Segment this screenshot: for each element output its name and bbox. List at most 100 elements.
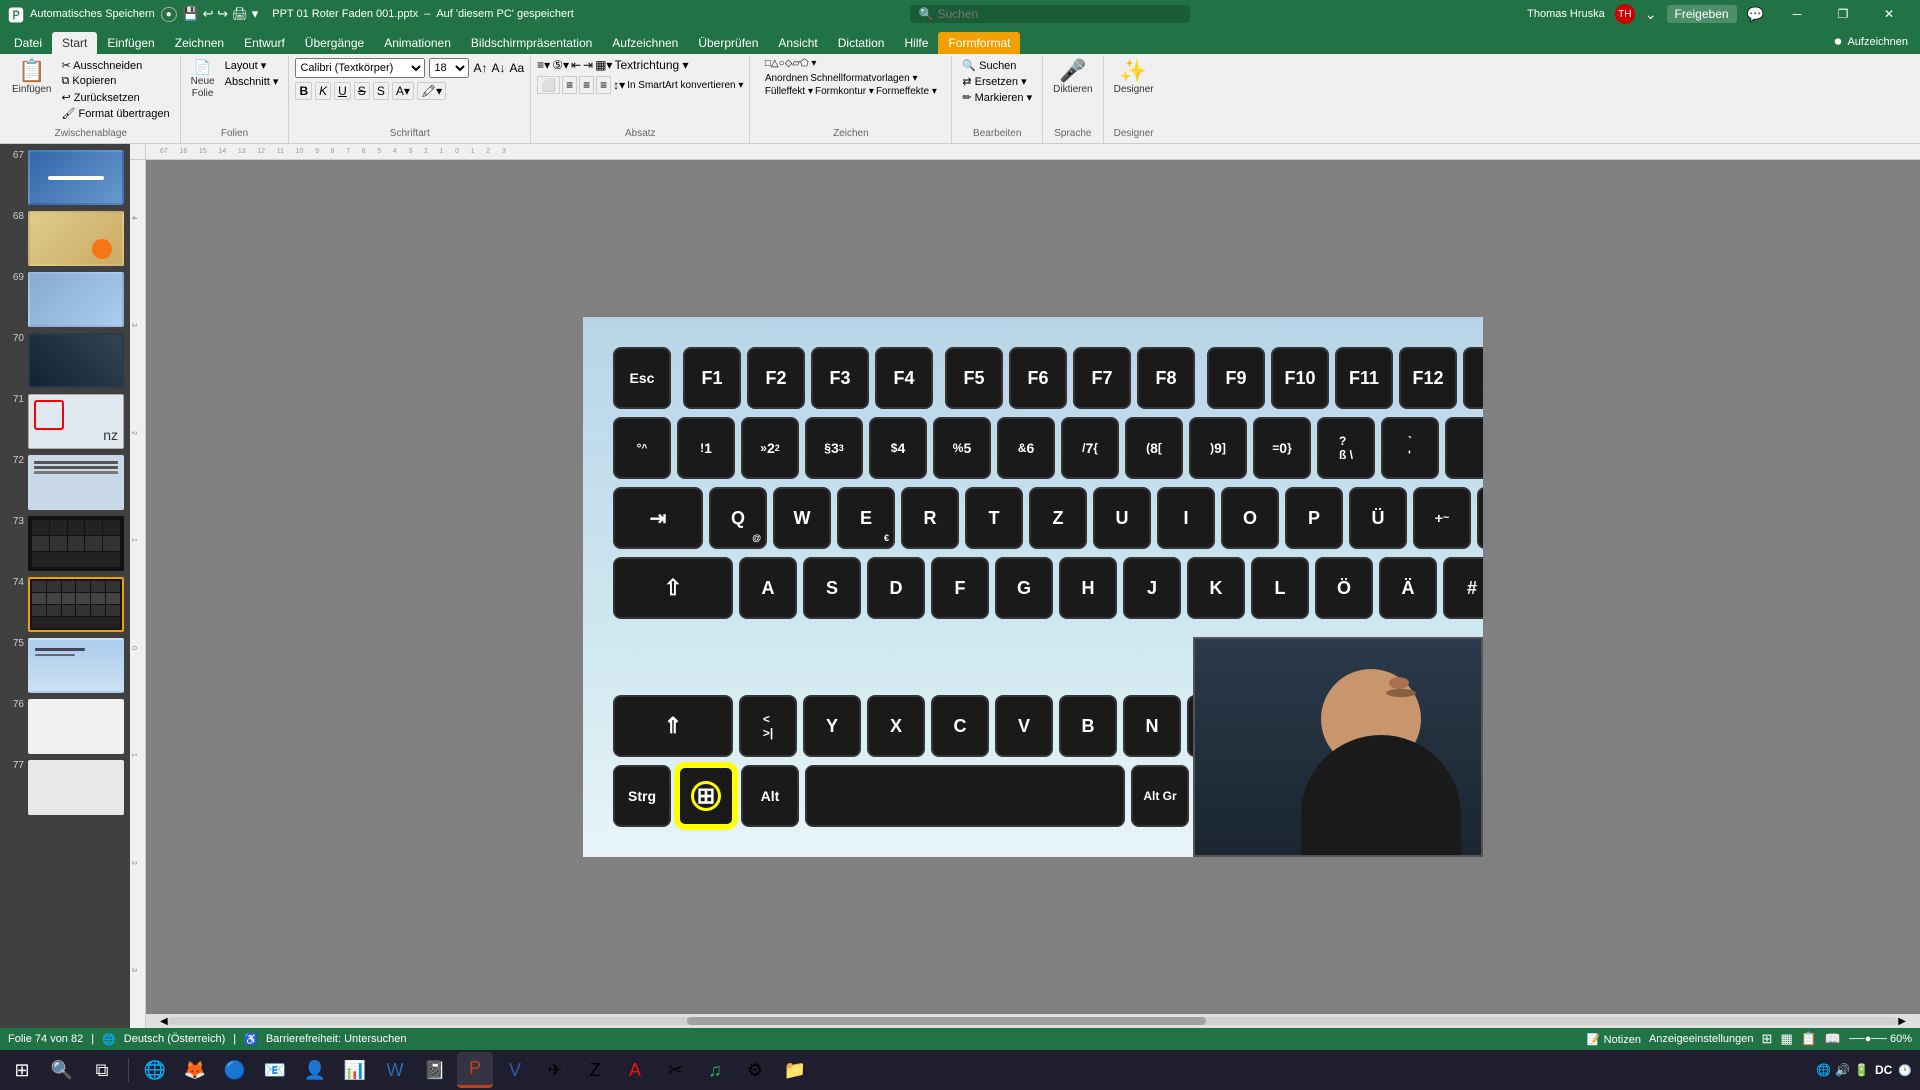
btn-zuruecksetzen[interactable]: ↩ Zurücksetzen [57, 90, 173, 105]
btn-neue-folie[interactable]: 📄 NeueFolie [187, 58, 219, 102]
close-button[interactable]: ✕ [1866, 0, 1912, 28]
tab-ueberpruefen[interactable]: Überprüfen [688, 32, 768, 54]
view-notes-btn[interactable]: 📋 [1801, 1031, 1817, 1047]
btn-layout[interactable]: Layout ▾ [221, 58, 283, 73]
taskbar-zoom[interactable]: Z [577, 1052, 613, 1088]
view-reading-btn[interactable]: 📖 [1825, 1031, 1841, 1047]
taskbar-outlook[interactable]: 📧 [257, 1052, 293, 1088]
taskbar-teams[interactable]: 👤 [297, 1052, 333, 1088]
font-size-select[interactable]: 18 [429, 58, 469, 78]
smartart-btn[interactable]: In SmartArt konvertieren ▾ [627, 80, 743, 91]
slide-thumb-68[interactable]: 68 [4, 209, 126, 268]
btn-diktieren[interactable]: 🎤 Diktieren [1049, 58, 1096, 98]
slide-thumb-71[interactable]: 71 nz [4, 392, 126, 451]
slide-thumb-74[interactable]: 74 [4, 575, 126, 634]
start-btn[interactable]: ⊞ [4, 1052, 40, 1088]
tab-start[interactable]: Start [52, 32, 97, 54]
slide-thumb-67[interactable]: 67 [4, 148, 126, 207]
tray-icons[interactable]: 🌐 🔊 🔋 [1816, 1063, 1869, 1077]
list-bullet-btn[interactable]: ≡▾ [537, 58, 550, 72]
scroll-left-btn[interactable]: ◀ [160, 1016, 168, 1027]
italic-btn[interactable]: K [315, 82, 331, 100]
font-grow-icon[interactable]: A↑ [473, 61, 487, 75]
autosave-toggle[interactable]: ● [161, 7, 177, 22]
shadow-btn[interactable]: S [373, 82, 389, 100]
btn-ersetzen[interactable]: ⇄ Ersetzen ▾ [958, 74, 1036, 89]
taskbar-spotify[interactable]: ♫ [697, 1052, 733, 1088]
tab-ansicht[interactable]: Ansicht [768, 32, 827, 54]
minimize-button[interactable]: ─ [1774, 0, 1820, 28]
font-shrink-icon[interactable]: A↓ [491, 61, 505, 75]
indent-dec-btn[interactable]: ⇤ [571, 58, 581, 72]
slide-thumb-73[interactable]: 73 [4, 514, 126, 573]
scroll-right-btn[interactable]: ▶ [1898, 1016, 1906, 1027]
schnell-btn[interactable]: Schnellformatvorlagen ▾ [810, 73, 917, 84]
taskbar-settings[interactable]: ⚙ [737, 1052, 773, 1088]
shape-tools[interactable]: □△○◇▱⬠ ▾ [765, 58, 817, 69]
search-input[interactable] [937, 7, 1137, 21]
accessibility-label[interactable]: Barrierefreiheit: Untersuchen [266, 1033, 407, 1045]
comment-icon[interactable]: 💬 [1747, 6, 1764, 23]
effekt-btn[interactable]: Formeffekte ▾ [876, 86, 937, 97]
highlight-btn[interactable]: 🖍▾ [417, 82, 446, 100]
canvas-area[interactable]: Esc F1 F2 F3 F4 F5 F6 F7 F8 F9 F10 [146, 160, 1920, 1014]
slide-thumb-70[interactable]: 70 [4, 331, 126, 390]
font-color-btn[interactable]: A▾ [392, 82, 414, 100]
tab-entwurf[interactable]: Entwurf [234, 32, 295, 54]
btn-ausschneiden[interactable]: ✂ Ausschneiden [57, 58, 173, 73]
taskbar-chrome[interactable]: 🔵 [217, 1052, 253, 1088]
btn-abschnitt[interactable]: Abschnitt ▾ [221, 74, 283, 89]
search-btn[interactable]: 🔍 [44, 1052, 80, 1088]
zoom-slider[interactable]: ──●── 60% [1849, 1033, 1912, 1045]
justify-btn[interactable]: ≡ [596, 76, 611, 94]
search-bar[interactable]: 🔍 [910, 5, 1190, 23]
slide-thumb-69[interactable]: 69 [4, 270, 126, 329]
textdir-btn[interactable]: Textrichtung ▾ [614, 58, 688, 72]
tab-zeichnen[interactable]: Zeichnen [165, 32, 234, 54]
taskbar-telegram[interactable]: ✈ [537, 1052, 573, 1088]
ribbon-toggle-icon[interactable]: ⌄ [1645, 6, 1657, 23]
list-num-btn[interactable]: ⑤▾ [552, 58, 569, 72]
underline-btn[interactable]: U [334, 82, 351, 100]
align-right-btn[interactable]: ≡ [579, 76, 594, 94]
taskbar-onenote[interactable]: 📓 [417, 1052, 453, 1088]
scrollbar-track[interactable] [168, 1017, 1899, 1025]
taskbar-word[interactable]: W [377, 1052, 413, 1088]
share-btn[interactable]: Freigeben [1667, 5, 1737, 23]
btn-markieren[interactable]: ✏ Markieren ▾ [958, 90, 1036, 105]
slide-thumb-75[interactable]: 75 [4, 636, 126, 695]
view-normal-btn[interactable]: ⊞ [1762, 1031, 1773, 1047]
font-name-select[interactable]: Calibri (Textkörper) [295, 58, 425, 78]
language-label[interactable]: Deutsch (Österreich) [124, 1033, 225, 1045]
kontur-btn[interactable]: Formkontur ▾ [815, 86, 874, 97]
tab-hilfe[interactable]: Hilfe [894, 32, 938, 54]
system-time[interactable]: 🕐 [1898, 1064, 1912, 1077]
tab-aufzeichnen[interactable]: Aufzeichnen [602, 32, 688, 54]
notes-btn[interactable]: 📝 Notizen [1587, 1033, 1641, 1046]
col-btn[interactable]: ▦▾ [595, 58, 612, 72]
line-spacing-btn[interactable]: ↕▾ [613, 78, 625, 92]
taskbar-snip[interactable]: ✂ [657, 1052, 693, 1088]
fuell-btn[interactable]: Fülleffekt ▾ [765, 86, 813, 97]
taskview-btn[interactable]: ⧉ [84, 1052, 120, 1088]
indent-inc-btn[interactable]: ⇥ [583, 58, 593, 72]
taskbar-excel[interactable]: 📊 [337, 1052, 373, 1088]
tab-einfuegen[interactable]: Einfügen [97, 32, 164, 54]
taskbar-firefox[interactable]: 🦊 [177, 1052, 213, 1088]
restore-button[interactable]: ❐ [1820, 0, 1866, 28]
slide-thumb-77[interactable]: 77 [4, 758, 126, 817]
slide-thumb-72[interactable]: 72 [4, 453, 126, 512]
align-center-btn[interactable]: ≡ [562, 76, 577, 94]
tab-datei[interactable]: Datei [4, 32, 52, 54]
btn-suchen[interactable]: 🔍 Suchen [958, 58, 1036, 73]
tab-uebergaenge[interactable]: Übergänge [295, 32, 374, 54]
font-clear-icon[interactable]: Aa [509, 61, 524, 75]
btn-kopieren[interactable]: ⧉ Kopieren [57, 74, 173, 89]
btn-format-uebertragen[interactable]: 🖌 Format übertragen [57, 106, 173, 121]
btn-einfuegen[interactable]: 📋 Einfügen [8, 58, 55, 98]
bold-btn[interactable]: B [295, 82, 312, 100]
taskbar-visio[interactable]: V [497, 1052, 533, 1088]
view-slide-btn[interactable]: ▦ [1780, 1031, 1792, 1047]
taskbar-explorer[interactable]: 📁 [777, 1052, 813, 1088]
aufzeichnen-button[interactable]: ⏺ Aufzeichnen [1826, 29, 1916, 54]
